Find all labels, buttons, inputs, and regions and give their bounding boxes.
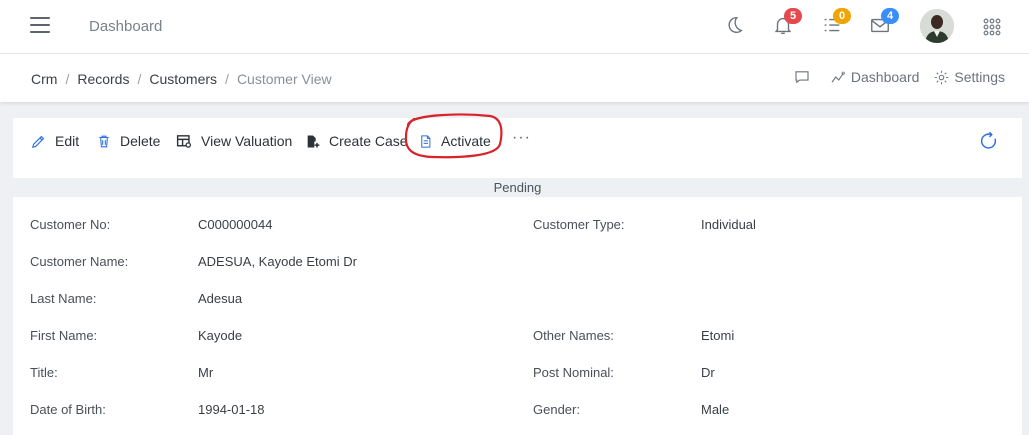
user-avatar[interactable] xyxy=(920,9,954,43)
tasks-badge: 0 xyxy=(833,8,851,24)
customer-name-value: ADESUA, Kayode Etomi Dr xyxy=(198,254,357,269)
date-of-birth-value: 1994-01-18 xyxy=(198,402,265,417)
breadcrumb-current: Customer View xyxy=(236,71,332,87)
notifications-bell-icon[interactable]: 5 xyxy=(772,8,802,38)
chat-icon xyxy=(795,71,809,84)
trash-icon xyxy=(99,135,109,147)
title-label: Title: xyxy=(30,365,58,380)
edit-button-label: Edit xyxy=(55,133,80,149)
breadcrumb-separator: / xyxy=(137,71,142,87)
customer-type-label: Customer Type: xyxy=(533,217,625,232)
apps-grid-icon[interactable] xyxy=(983,18,1001,36)
breadcrumb-customers[interactable]: Customers xyxy=(149,71,217,87)
refresh-icon[interactable] xyxy=(978,130,1000,152)
hamburger-menu-icon[interactable] xyxy=(30,17,50,33)
gender-value: Male xyxy=(701,402,730,417)
breadcrumb-bar: Crm / Records / Customers / Customer View Dash… xyxy=(0,54,1029,102)
customer-no-label: Customer No: xyxy=(30,217,111,232)
notifications-badge: 5 xyxy=(784,8,802,24)
last-name-label: Last Name: xyxy=(30,291,97,306)
document-check-icon xyxy=(421,134,431,148)
pencil-icon xyxy=(32,135,45,148)
gender-label: Gender: xyxy=(533,402,580,417)
title-value: Mr xyxy=(198,365,214,380)
create-case-button-label: Create Case xyxy=(329,133,408,149)
delete-button-label: Delete xyxy=(120,133,161,149)
case-add-icon xyxy=(307,135,320,147)
view-valuation-button-label: View Valuation xyxy=(201,133,293,149)
post-nominal-value: Dr xyxy=(701,365,715,380)
activate-button-label: Activate xyxy=(441,133,491,149)
breadcrumb-actions: Dashboard Settings xyxy=(779,68,1005,86)
edit-button[interactable]: Edit xyxy=(30,130,79,152)
settings-link-label: Settings xyxy=(954,69,1005,85)
breadcrumb-separator: / xyxy=(225,71,229,87)
comments-button[interactable] xyxy=(793,68,815,86)
other-names-label: Other Names: xyxy=(533,328,614,343)
top-navbar: Dashboard 5 0 4 xyxy=(0,0,1029,54)
app-title: Dashboard xyxy=(89,18,163,35)
more-actions-button[interactable]: ··· xyxy=(512,129,531,147)
tasks-list-icon[interactable]: 0 xyxy=(821,8,851,38)
gear-icon xyxy=(935,70,949,84)
other-names-value: Etomi xyxy=(701,328,735,343)
customer-type-value: Individual xyxy=(701,217,756,232)
settings-link[interactable]: Settings xyxy=(933,69,1005,86)
activate-button[interactable]: Activate xyxy=(418,130,491,152)
view-valuation-button[interactable]: View Valuation xyxy=(175,130,292,152)
table-view-icon xyxy=(176,134,192,148)
breadcrumb-separator: / xyxy=(65,71,70,87)
delete-button[interactable]: Delete xyxy=(96,130,160,152)
dashboard-link[interactable]: Dashboard xyxy=(829,68,920,86)
chart-line-icon xyxy=(831,71,845,83)
messages-envelope-icon[interactable]: 4 xyxy=(869,8,899,38)
breadcrumb: Crm / Records / Customers / Customer View xyxy=(31,71,332,87)
customer-view-card: Edit Delete View Valuation Create Case A… xyxy=(13,118,1022,435)
status-banner: Pending xyxy=(13,178,1022,197)
action-toolbar: Edit Delete View Valuation Create Case A… xyxy=(13,118,1022,162)
post-nominal-label: Post Nominal: xyxy=(533,365,614,380)
dark-mode-moon-icon[interactable] xyxy=(723,14,747,38)
first-name-value: Kayode xyxy=(198,328,243,343)
breadcrumb-crm[interactable]: Crm xyxy=(31,71,57,87)
breadcrumb-records[interactable]: Records xyxy=(77,71,129,87)
dashboard-link-label: Dashboard xyxy=(850,69,920,85)
customer-no-value: C000000044 xyxy=(198,217,273,232)
customer-name-label: Customer Name: xyxy=(30,254,129,269)
first-name-label: First Name: xyxy=(30,328,98,343)
last-name-value: Adesua xyxy=(198,291,243,306)
create-case-button[interactable]: Create Case xyxy=(305,130,408,152)
date-of-birth-label: Date of Birth: xyxy=(30,402,106,417)
messages-badge: 4 xyxy=(881,8,899,24)
